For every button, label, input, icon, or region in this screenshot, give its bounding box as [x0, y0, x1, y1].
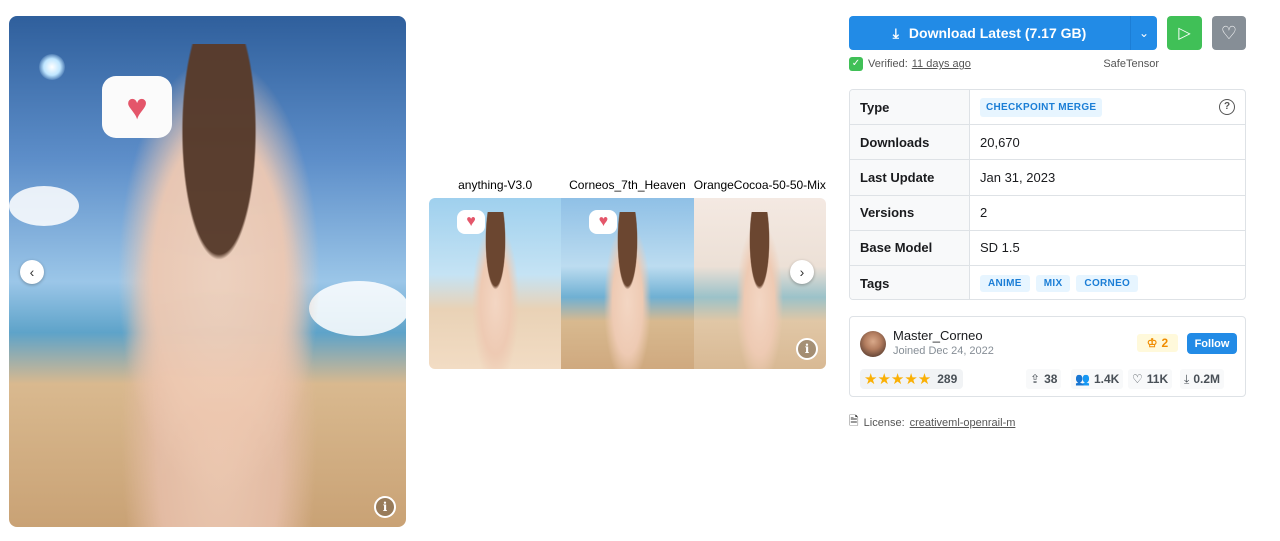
star-rating-icon: ★★★★★: [864, 371, 932, 388]
stat-downloads: ⤓ 0.2M: [1180, 369, 1224, 389]
verified-row: ✓ Verified: 11 days ago SafeTensor: [849, 56, 1159, 72]
heart-speech-bubble: ♥: [102, 76, 172, 138]
download-button-group: ⤓ Download Latest (7.17 GB) ⌄: [849, 16, 1157, 50]
detail-key: Last Update: [850, 160, 970, 195]
download-icon: ⤓: [892, 24, 899, 41]
creator-joined: Joined Dec 24, 2022: [893, 345, 994, 357]
compare-image-2: ♥: [561, 198, 694, 369]
stat-likes: ♡ 11K: [1128, 369, 1173, 389]
upload-icon: ⇪: [1030, 372, 1041, 386]
license-label: License:: [863, 416, 905, 429]
detail-row-tags: Tags ANIME MIX CORNEO: [850, 265, 1245, 299]
stat-value: 11K: [1146, 372, 1169, 386]
creator-name[interactable]: Master_Corneo: [893, 328, 983, 343]
run-model-button[interactable]: ▷: [1167, 16, 1202, 50]
creator-rating: ★★★★★ 289: [860, 369, 964, 389]
model-details-table: Type CHECKPOINT MERGE ? Downloads 20,670…: [849, 89, 1246, 300]
download-label: Download Latest (7.17 GB): [908, 25, 1087, 41]
creator-card: Master_Corneo Joined Dec 24, 2022 ♔ 2 Fo…: [849, 316, 1246, 397]
comparison-strip: anything-V3.0 Corneos_7th_Heaven OrangeC…: [429, 178, 826, 369]
heart-icon: ♥: [126, 86, 148, 127]
detail-row-base-model: Base Model SD 1.5: [850, 230, 1245, 266]
detail-row-downloads: Downloads 20,670: [850, 125, 1245, 161]
download-options-button[interactable]: ⌄: [1130, 16, 1157, 50]
previous-image-button[interactable]: ‹: [20, 260, 44, 284]
avatar[interactable]: [860, 331, 886, 357]
heart-icon: ♡: [1220, 22, 1238, 43]
compare-image-1: ♥: [429, 198, 562, 369]
download-icon: ⤓: [1184, 371, 1190, 386]
cloud: [9, 186, 79, 226]
license-link[interactable]: creativeml-openrail-m: [910, 417, 1016, 429]
verified-label: Verified:: [868, 58, 908, 70]
detail-key: Type: [850, 90, 970, 125]
sun-glare: [39, 54, 65, 80]
type-badge: CHECKPOINT MERGE: [980, 97, 1103, 117]
compare-label-3: OrangeCocoa-50-50-Mix: [693, 178, 826, 192]
detail-value: ANIME MIX CORNEO: [970, 266, 1245, 299]
character-figure: [601, 211, 654, 369]
detail-row-type: Type CHECKPOINT MERGE ?: [850, 90, 1245, 126]
character-figure: [468, 211, 522, 369]
tag-badge[interactable]: MIX: [1035, 275, 1071, 293]
image-info-icon[interactable]: i: [796, 338, 818, 360]
character-figure: [733, 211, 787, 369]
detail-value: Jan 31, 2023: [980, 169, 1056, 185]
stat-followers: 👥 1.4K: [1071, 369, 1124, 389]
rating-count: 289: [937, 372, 958, 386]
play-icon: ▷: [1178, 25, 1191, 42]
favorite-button[interactable]: ♡: [1212, 16, 1246, 50]
detail-value: 20,670: [980, 134, 1020, 150]
stat-value: 0.2M: [1193, 372, 1220, 386]
verified-age-link[interactable]: 11 days ago: [912, 58, 971, 70]
detail-row-versions: Versions 2: [850, 195, 1245, 231]
detail-value: CHECKPOINT MERGE ?: [970, 90, 1245, 124]
file-format-label: SafeTensor: [1103, 58, 1159, 70]
creator-rank-badge: ♔ 2: [1137, 334, 1178, 352]
help-icon[interactable]: ?: [1219, 99, 1235, 115]
stat-value: 38: [1044, 372, 1058, 386]
comparison-labels: anything-V3.0 Corneos_7th_Heaven OrangeC…: [429, 178, 826, 198]
image-info-icon[interactable]: i: [374, 496, 396, 518]
crown-icon: ♔: [1146, 336, 1158, 350]
detail-value: 2: [980, 205, 988, 221]
next-image-button[interactable]: ›: [790, 260, 814, 284]
compare-label-1: anything-V3.0: [458, 178, 533, 192]
main-preview-image[interactable]: ♥ ‹ i: [9, 16, 406, 527]
chevron-down-icon: ⌄: [1138, 26, 1150, 40]
detail-value: SD 1.5: [980, 240, 1020, 256]
shield-check-icon: ✓: [849, 57, 863, 71]
detail-key: Downloads: [850, 125, 970, 160]
document-icon: 🗎: [849, 414, 859, 428]
users-icon: 👥: [1075, 372, 1090, 386]
detail-key: Base Model: [850, 230, 970, 265]
stat-value: 1.4K: [1093, 372, 1120, 386]
tag-badge[interactable]: ANIME: [980, 275, 1030, 293]
heart-icon: ♡: [1132, 372, 1143, 386]
stat-uploads: ⇪ 38: [1026, 369, 1062, 389]
detail-key: Tags: [850, 265, 970, 299]
download-latest-button[interactable]: ⤓ Download Latest (7.17 GB): [849, 16, 1130, 50]
tag-badge[interactable]: CORNEO: [1076, 275, 1139, 293]
rank-value: 2: [1161, 336, 1169, 350]
detail-key: Versions: [850, 195, 970, 230]
follow-button[interactable]: Follow: [1187, 333, 1237, 354]
license-row: 🗎 License: creativeml-openrail-m: [849, 412, 1015, 433]
comparison-images[interactable]: ♥ ♥: [429, 198, 826, 369]
compare-label-2: Corneos_7th_Heaven: [569, 178, 686, 192]
detail-row-last-update: Last Update Jan 31, 2023: [850, 160, 1245, 196]
